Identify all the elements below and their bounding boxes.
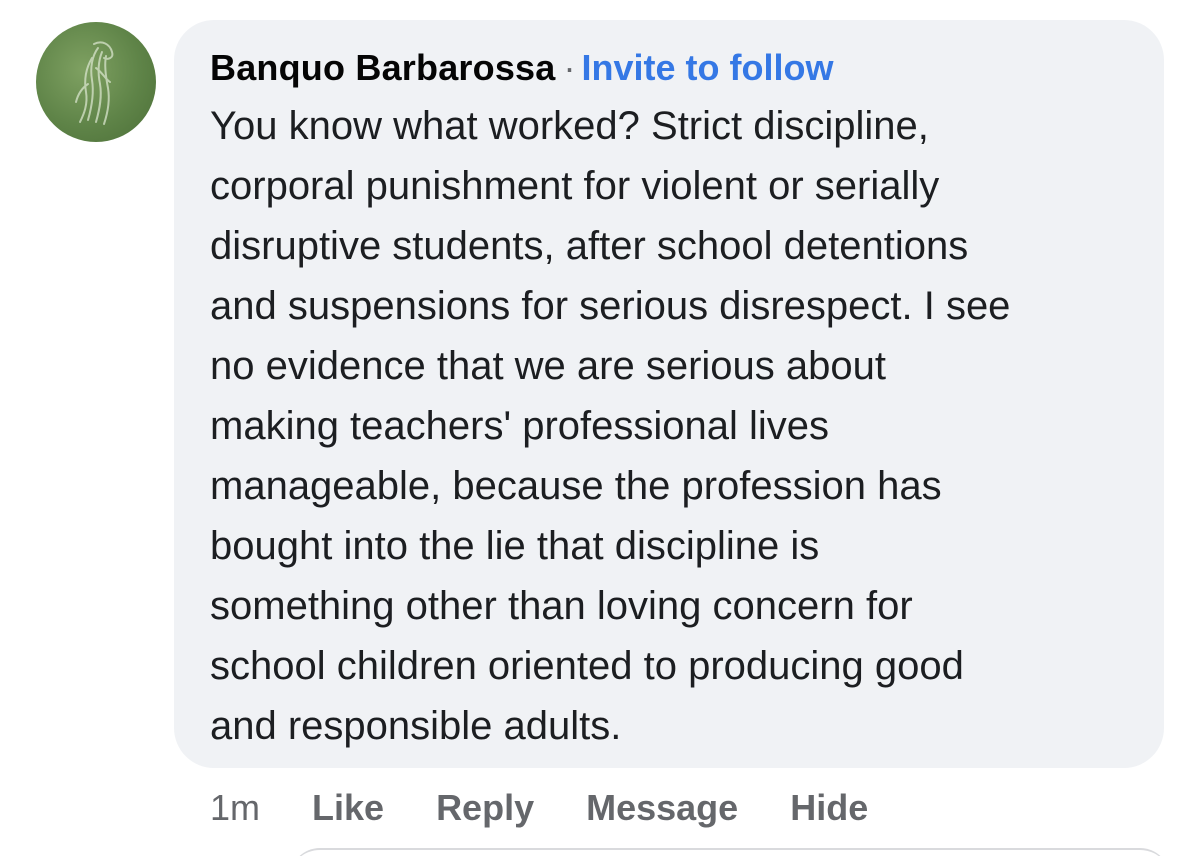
reply-button[interactable]: Reply	[436, 787, 534, 829]
horse-avatar-icon	[75, 41, 114, 125]
message-button[interactable]: Message	[586, 787, 738, 829]
separator-dot: ·	[563, 47, 576, 88]
comment-body: You know what worked? Strict discipline,…	[210, 104, 1011, 748]
hide-button[interactable]: Hide	[790, 787, 868, 829]
comment-actions: 1m Like Reply Message Hide	[210, 782, 920, 834]
reply-input-edge[interactable]	[290, 848, 1170, 856]
invite-to-follow-link[interactable]: Invite to follow	[582, 47, 834, 88]
comment-bubble: Banquo Barbarossa · Invite to follow You k…	[174, 20, 1164, 768]
like-button[interactable]: Like	[312, 787, 384, 829]
author-avatar[interactable]	[36, 22, 156, 142]
author-name[interactable]: Banquo Barbarossa	[210, 47, 556, 88]
comment-header: Banquo Barbarossa · Invite to follow	[210, 46, 833, 90]
comment-timestamp[interactable]: 1m	[210, 787, 260, 829]
comment-thread: Banquo Barbarossa · Invite to follow You k…	[0, 0, 1200, 856]
